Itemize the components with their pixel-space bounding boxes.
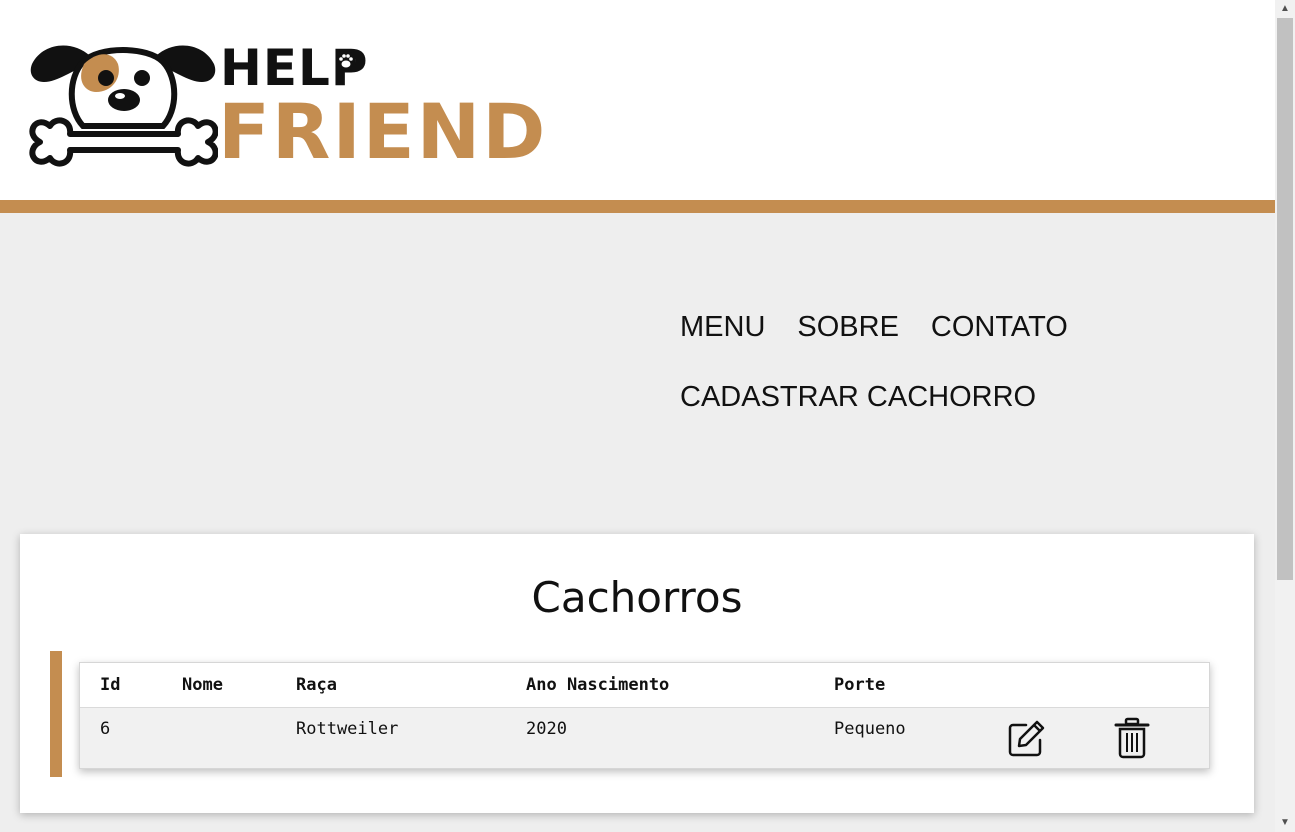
table-header: Id Nome Raça Ano Nascimento Porte bbox=[80, 663, 1209, 708]
column-header-id: Id bbox=[100, 675, 121, 695]
logo[interactable]: HELP FRIEND bbox=[28, 38, 545, 178]
scroll-up-arrow-icon[interactable]: ▲ bbox=[1275, 0, 1295, 18]
dogs-table: Id Nome Raça Ano Nascimento Porte 6 Rott… bbox=[79, 662, 1210, 769]
edit-button[interactable] bbox=[1006, 719, 1046, 764]
nav-sobre[interactable]: SOBRE bbox=[797, 300, 899, 354]
column-header-raca: Raça bbox=[296, 675, 337, 695]
table-row: 6 Rottweiler 2020 Pequeno bbox=[80, 708, 1209, 768]
column-header-ano-nascimento: Ano Nascimento bbox=[526, 675, 670, 695]
cell-ano-nascimento: 2020 bbox=[526, 719, 567, 739]
main-nav: MENU SOBRE CONTATO CADASTRAR CACHORRO bbox=[680, 300, 1120, 424]
cell-porte: Pequeno bbox=[834, 719, 906, 739]
nav-cadastrar-cachorro[interactable]: CADASTRAR CACHORRO bbox=[680, 370, 1036, 424]
scrollbar-thumb[interactable] bbox=[1277, 18, 1293, 580]
delete-button[interactable] bbox=[1114, 717, 1150, 764]
page-title: Cachorros bbox=[531, 573, 743, 622]
scroll-down-arrow-icon[interactable]: ▼ bbox=[1275, 814, 1295, 832]
cell-raca: Rottweiler bbox=[296, 719, 399, 739]
nav-menu[interactable]: MENU bbox=[680, 300, 765, 354]
page: HELP FRIEND MENU SOBRE CONTATO CADASTRAR… bbox=[0, 0, 1275, 832]
vertical-scrollbar[interactable]: ▲ ▼ bbox=[1275, 0, 1295, 832]
header-divider bbox=[0, 200, 1275, 213]
nav-row: CADASTRAR CACHORRO bbox=[680, 370, 1120, 424]
dog-bone-logo bbox=[29, 45, 218, 167]
header: HELP FRIEND bbox=[0, 0, 1275, 200]
edit-icon bbox=[1008, 720, 1045, 757]
column-header-porte: Porte bbox=[834, 675, 886, 695]
column-header-nome: Nome bbox=[182, 675, 223, 695]
trash-icon bbox=[1114, 717, 1150, 759]
nav-contato[interactable]: CONTATO bbox=[931, 300, 1068, 354]
nav-row: MENU SOBRE CONTATO bbox=[680, 300, 1120, 354]
dogs-card: Cachorros Id Nome Raça Ano Nascimento Po… bbox=[20, 534, 1254, 813]
accent-bar bbox=[50, 651, 62, 777]
logo-friend-text: FRIEND bbox=[218, 87, 548, 176]
paw-icon bbox=[336, 51, 356, 71]
cell-id: 6 bbox=[100, 719, 111, 739]
